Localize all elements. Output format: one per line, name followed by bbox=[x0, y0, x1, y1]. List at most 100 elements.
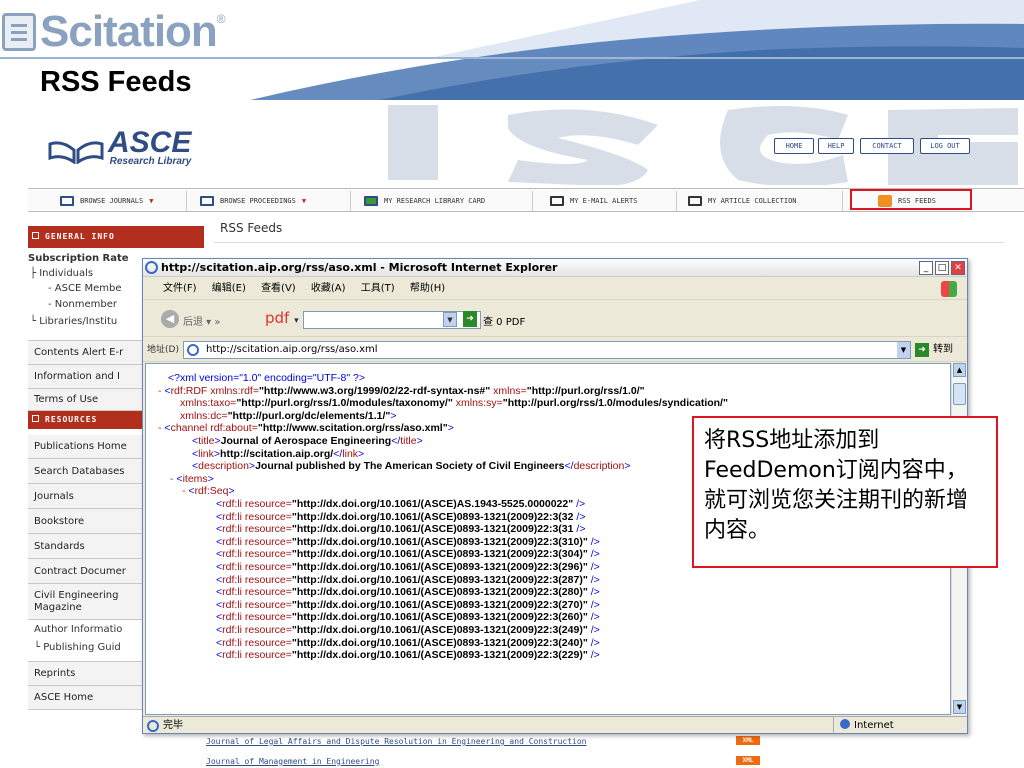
xml-token: rdf:li bbox=[222, 510, 242, 523]
menu-edit[interactable]: 编辑(E) bbox=[212, 283, 246, 294]
menu-view[interactable]: 查看(V) bbox=[261, 283, 296, 294]
xml-token: xmlns:taxo= bbox=[180, 397, 237, 410]
more-chevron[interactable]: » bbox=[214, 317, 220, 328]
subscription-asce-members[interactable]: - ASCE Membe bbox=[48, 283, 121, 294]
scroll-up-icon[interactable]: ▲ bbox=[953, 363, 966, 377]
xml-token: > bbox=[447, 422, 454, 435]
subscription-individuals[interactable]: ├ Individuals bbox=[30, 268, 93, 279]
registered-mark: ® bbox=[216, 12, 226, 26]
subscription-nonmembers[interactable]: - Nonmember bbox=[48, 299, 117, 310]
back-arrow-icon[interactable]: ◀ bbox=[161, 310, 179, 328]
xml-token: resource= bbox=[241, 624, 292, 636]
xml-token: /> bbox=[587, 598, 600, 611]
toolbar-misc[interactable]: 查 0 PDF bbox=[483, 313, 525, 328]
xml-line: <rdf:li resource="http://dx.doi.org/10.1… bbox=[216, 611, 600, 624]
link-label: Publishing Guid bbox=[43, 642, 121, 653]
address-label: 地址(D) bbox=[147, 345, 179, 355]
ie-icon bbox=[145, 261, 158, 274]
back-button[interactable]: 后退 ▾ » bbox=[183, 313, 221, 328]
minimize-button[interactable]: _ bbox=[919, 261, 933, 275]
menu-file[interactable]: 文件(F) bbox=[163, 283, 197, 294]
slide-title: RSS Feeds bbox=[40, 66, 192, 98]
menu-favorites[interactable]: 收藏(A) bbox=[311, 283, 346, 294]
xml-token: /> bbox=[587, 624, 600, 636]
logout-button[interactable]: LOG OUT bbox=[920, 138, 970, 154]
go-arrow-icon[interactable]: ➜ bbox=[915, 343, 929, 357]
sidebar-item-author-info[interactable]: Author Informatio bbox=[34, 624, 122, 635]
go-button[interactable]: 转到 bbox=[933, 338, 953, 362]
dropdown-arrow-icon[interactable]: ▼ bbox=[897, 342, 910, 358]
menu-help[interactable]: 帮助(H) bbox=[410, 283, 445, 294]
xml-token: resource= bbox=[241, 535, 292, 548]
xml-line: <link>http://scitation.aip.org/</link> bbox=[192, 448, 364, 461]
subscription-libraries[interactable]: └ Libraries/Institu bbox=[30, 316, 117, 327]
xml-token: description bbox=[198, 460, 249, 473]
asce-logo[interactable]: ASCE Research Library bbox=[48, 126, 192, 167]
xml-badge[interactable]: XML bbox=[736, 756, 760, 765]
contact-button[interactable]: CONTACT bbox=[860, 138, 914, 154]
sidebar-item-publishing-guide[interactable]: └ Publishing Guid bbox=[34, 642, 121, 653]
xml-token: Journal published by The American Societ… bbox=[255, 460, 565, 473]
chevron-down-icon: ▼ bbox=[149, 197, 154, 205]
book-icon bbox=[48, 140, 104, 164]
back-label: 后退 bbox=[183, 317, 203, 328]
xml-line: <rdf:li resource="http://dx.doi.org/10.1… bbox=[216, 561, 600, 574]
xml-token: Journal of Aerospace Engineering bbox=[220, 435, 392, 447]
proceedings-icon bbox=[200, 196, 214, 206]
header-label: GENERAL INFO bbox=[45, 232, 115, 241]
nav-article-collection[interactable]: MY ARTICLE COLLECTION bbox=[688, 193, 797, 209]
journal-icon bbox=[60, 196, 74, 206]
home-button[interactable]: HOME bbox=[774, 138, 814, 154]
nav-research-library-card[interactable]: MY RESEARCH LIBRARY CARD bbox=[364, 193, 485, 209]
nav-divider bbox=[186, 191, 187, 211]
general-info-header: GENERAL INFO bbox=[28, 226, 204, 248]
xml-line: - <rdf:RDF xmlns:rdf="http://www.w3.org/… bbox=[158, 385, 645, 398]
sidebar-item-civil-engineering[interactable]: Civil Engineering Magazine bbox=[28, 584, 148, 620]
nav-divider bbox=[532, 191, 533, 211]
go-arrow-icon[interactable]: ➜ bbox=[463, 311, 477, 327]
address-input[interactable]: http://scitation.aip.org/rss/aso.xml bbox=[183, 341, 911, 359]
xml-token: "http://dx.doi.org/10.1061/(ASCE)0893-13… bbox=[291, 561, 588, 573]
nav-email-alerts[interactable]: MY E-MAIL ALERTS bbox=[550, 193, 637, 209]
scroll-down-icon[interactable]: ▼ bbox=[953, 700, 966, 714]
page-icon bbox=[187, 344, 199, 356]
dropdown-arrow-icon[interactable]: ▼ bbox=[443, 312, 457, 327]
document-icon bbox=[2, 13, 36, 51]
maximize-button[interactable]: □ bbox=[935, 261, 949, 275]
email-icon bbox=[550, 196, 564, 206]
nav-browse-journals[interactable]: BROWSE JOURNALS ▼ bbox=[60, 193, 153, 209]
xml-token: rdf:about= bbox=[207, 422, 258, 435]
xml-token: /> bbox=[573, 523, 586, 536]
xml-token: resource= bbox=[241, 598, 292, 611]
journal-link-legal-affairs[interactable]: Journal of Legal Affairs and Dispute Res… bbox=[206, 737, 587, 746]
journal-link-management[interactable]: Journal of Management in Engineering bbox=[206, 757, 379, 766]
xml-token: "http://dx.doi.org/10.1061/(ASCE)0893-13… bbox=[291, 611, 588, 624]
menu-tools[interactable]: 工具(T) bbox=[361, 283, 395, 294]
card-icon bbox=[364, 196, 378, 206]
xml-token: resource= bbox=[241, 548, 292, 561]
slide: Scitation ® RSS Feeds ASCE Research Libr… bbox=[0, 0, 1024, 768]
asce-subtitle: Research Library bbox=[109, 156, 192, 167]
xml-token: rdf:li bbox=[222, 535, 242, 548]
xml-token: rdf:li bbox=[222, 548, 242, 561]
asce-wordmark: ASCE bbox=[108, 126, 192, 159]
xml-token: "http://dx.doi.org/10.1061/(ASCE)0893-13… bbox=[291, 649, 588, 662]
xml-line: xmlns:dc="http://purl.org/dc/elements/1.… bbox=[180, 410, 397, 423]
status-text: 完毕 bbox=[163, 720, 183, 731]
nav-browse-proceedings[interactable]: BROWSE PROCEEDINGS ▼ bbox=[200, 193, 306, 209]
link-label: Libraries/Institu bbox=[39, 316, 118, 327]
xml-badge[interactable]: XML bbox=[736, 736, 760, 745]
close-button[interactable]: ✕ bbox=[951, 261, 965, 275]
xml-token: resource= bbox=[241, 611, 292, 624]
scroll-thumb[interactable] bbox=[953, 383, 966, 405]
xml-token: "http://dx.doi.org/10.1061/(ASCE)0893-13… bbox=[291, 636, 588, 649]
xml-token: /> bbox=[587, 611, 600, 624]
nav-divider bbox=[350, 191, 351, 211]
xml-token: > bbox=[228, 485, 235, 498]
pdf-button[interactable]: pdf ▾ bbox=[265, 309, 299, 327]
subscription-title[interactable]: Subscription Rate bbox=[28, 253, 129, 264]
help-button[interactable]: HELP bbox=[818, 138, 854, 154]
window-title: http://scitation.aip.org/rss/aso.xml - M… bbox=[143, 259, 967, 277]
xml-token: /> bbox=[587, 548, 600, 561]
xml-token: /> bbox=[587, 649, 600, 662]
